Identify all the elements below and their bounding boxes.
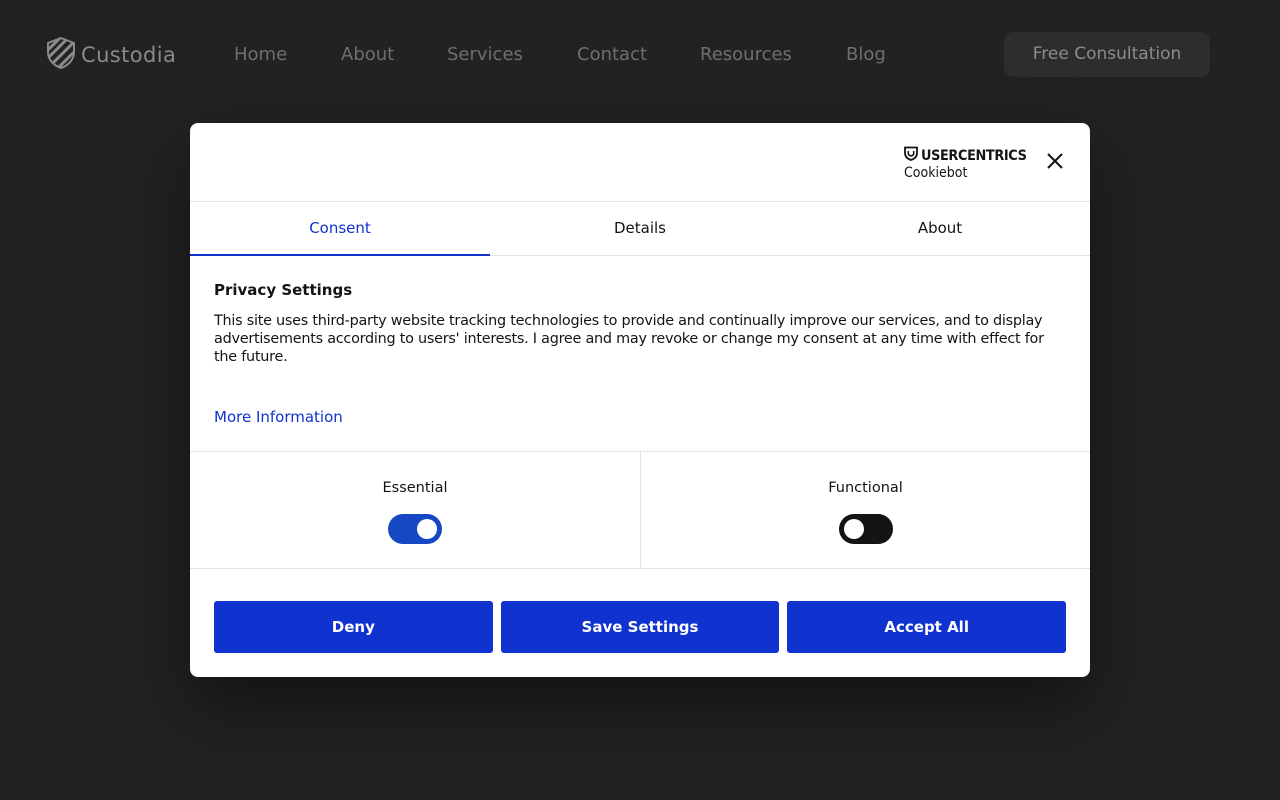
toggle-knob [417,519,437,539]
functional-toggle[interactable] [839,514,893,544]
dialog-header: USERCENTRICS Cookiebot [190,123,1090,202]
tab-details[interactable]: Details [490,202,790,255]
toggle-knob [844,519,864,539]
toggle-functional-label: Functional [828,480,903,496]
nav-item-home[interactable]: Home [234,43,341,67]
close-icon[interactable] [1046,152,1064,170]
save-settings-button[interactable]: Save Settings [500,601,780,653]
brand-subtitle: Cookiebot [904,165,968,181]
nav-item-blog[interactable]: Blog [846,43,906,67]
main-nav: Home About Services Contact Resources Bl… [234,43,906,67]
nav-item-contact[interactable]: Contact [577,43,700,67]
site-logo[interactable]: Custodia [47,36,177,74]
toggle-functional-cell: Functional [640,452,1090,568]
site-header: Custodia Home About Services Contact Res… [0,0,1280,110]
consent-content: Privacy Settings This site uses third-pa… [214,281,1066,366]
essential-toggle[interactable] [388,514,442,544]
consent-tabs: Consent Details About [190,202,1090,256]
toggle-essential-label: Essential [382,480,448,496]
privacy-settings-title: Privacy Settings [214,281,353,299]
brand-name: USERCENTRICS [921,147,1027,164]
usercentrics-logo: USERCENTRICS Cookiebot [904,146,1027,181]
shield-icon [47,36,75,74]
free-consultation-button[interactable]: Free Consultation [1004,32,1210,77]
more-information-link[interactable]: More Information [214,408,343,426]
tab-consent[interactable]: Consent [190,202,490,256]
nav-item-about[interactable]: About [341,43,447,67]
deny-button[interactable]: Deny [214,601,493,653]
toggle-essential-cell: Essential [190,452,640,568]
usercentrics-shield-icon [904,146,918,166]
nav-item-services[interactable]: Services [447,43,577,67]
privacy-settings-text: This site uses third-party website track… [214,313,1044,365]
accept-all-button[interactable]: Accept All [787,601,1067,653]
consent-toggles: Essential Functional [190,451,1090,569]
consent-actions: Deny Save Settings Accept All [214,601,1067,653]
nav-item-resources[interactable]: Resources [700,43,846,67]
cookie-consent-dialog: USERCENTRICS Cookiebot Consent Details A… [190,123,1090,677]
tab-about[interactable]: About [790,202,1090,255]
site-logo-text: Custodia [81,43,177,67]
